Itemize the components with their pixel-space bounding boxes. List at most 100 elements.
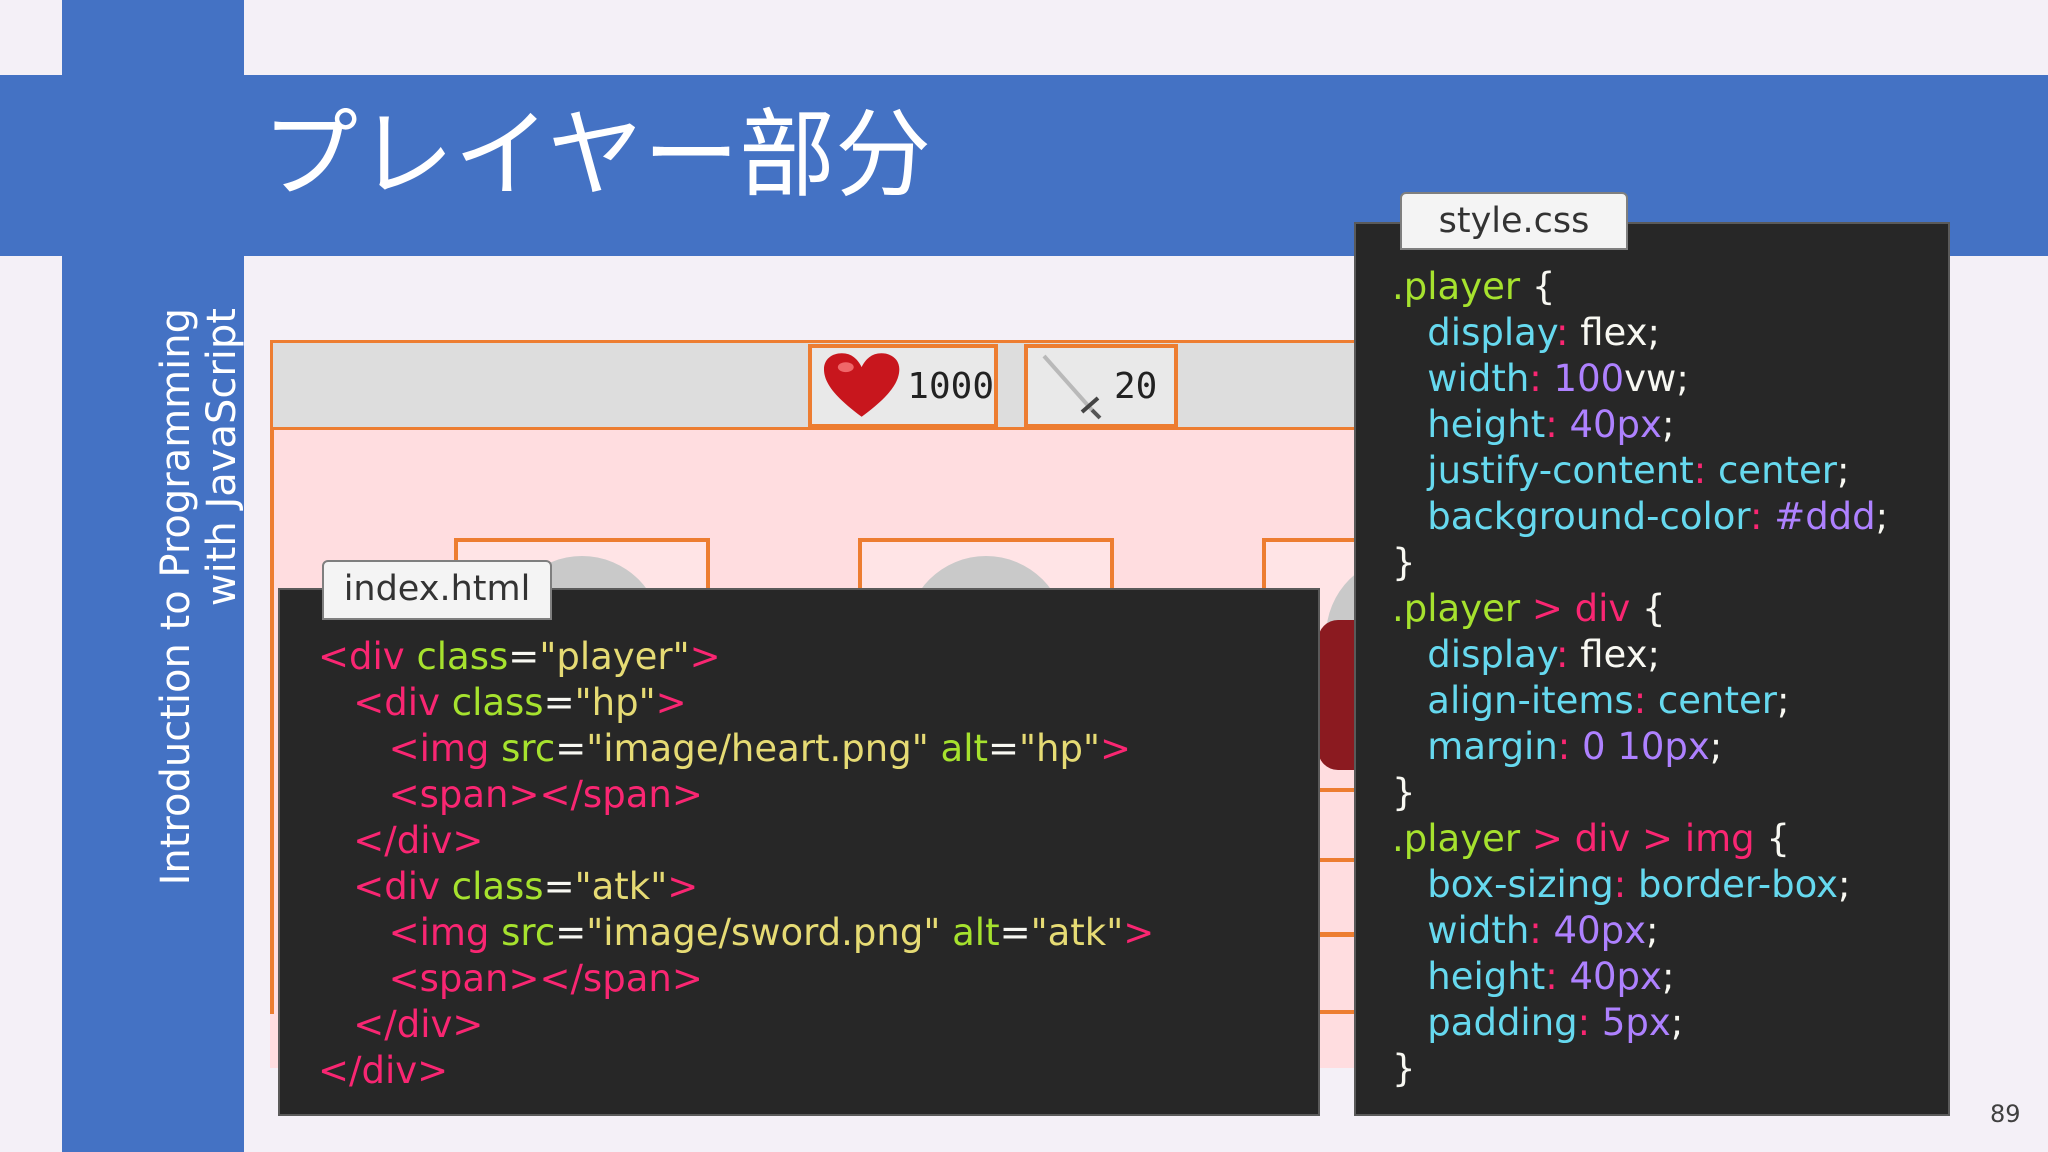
code-token: vw; (1624, 357, 1689, 400)
code-token: center (1717, 449, 1838, 492)
html-code-line: </div> (318, 1002, 1318, 1048)
code-token: > (1099, 727, 1131, 770)
hp-value: 1000 (907, 365, 994, 407)
css-code-line: } (1392, 1046, 1948, 1092)
code-token: : (1555, 311, 1581, 354)
side-course-title: Introduction to Programming with JavaScr… (153, 308, 245, 1018)
html-code-line: <div class="player"> (318, 634, 1318, 680)
css-code-line: .player > div { (1392, 586, 1948, 632)
preview-line-2 (1318, 858, 1358, 862)
code-token: margin (1427, 725, 1558, 768)
code-token: } (1392, 1047, 1416, 1090)
code-token: </div> (318, 1049, 449, 1092)
preview-left-border (270, 428, 274, 1014)
css-code-line: justify-content: center; (1392, 448, 1948, 494)
code-token: justify-content (1427, 449, 1694, 492)
code-token: class (451, 865, 544, 908)
code-token: 40px (1553, 909, 1646, 952)
code-token: div (1574, 587, 1631, 630)
code-token: ; (1837, 449, 1850, 492)
code-token: : (1693, 449, 1718, 492)
atk-stat: 20 (1024, 344, 1178, 428)
code-token: "hp" (574, 681, 656, 724)
code-token: 40px (1569, 955, 1662, 998)
code-token: <span></span> (388, 773, 703, 816)
code-token: ; (1670, 1001, 1684, 1044)
code-token: } (1392, 771, 1416, 814)
css-code-line: height: 40px; (1392, 954, 1948, 1000)
side-line-1: Introduction to Programming (153, 308, 199, 886)
code-token: : (1557, 725, 1583, 768)
code-token: : (1613, 863, 1638, 906)
code-token: { (1630, 587, 1666, 630)
preview-line-1 (1318, 788, 1358, 792)
css-file-tab[interactable]: style.css (1400, 192, 1628, 250)
html-code-line: </div> (318, 818, 1318, 864)
code-token: <div (318, 635, 417, 678)
css-code-line: align-items: center; (1392, 678, 1948, 724)
code-token: } (1392, 541, 1416, 584)
code-token: height (1427, 403, 1546, 446)
code-token: 5px (1601, 1001, 1671, 1044)
code-token: .player (1392, 587, 1521, 630)
code-token: ; (1709, 725, 1723, 768)
css-code-line: margin: 0 10px; (1392, 724, 1948, 770)
atk-value: 20 (1114, 365, 1158, 407)
code-token: "atk" (574, 865, 668, 908)
code-token: "player" (539, 635, 690, 678)
code-token: > (655, 681, 687, 724)
code-token: display (1427, 633, 1556, 676)
code-token: 100 (1553, 357, 1625, 400)
code-token: <div (353, 865, 452, 908)
code-token: ; (1646, 909, 1659, 952)
html-file-tab[interactable]: index.html (322, 560, 552, 620)
html-code-line: <div class="hp"> (318, 680, 1318, 726)
css-code-panel: .player { display: flex; width: 100vw; h… (1354, 222, 1950, 1116)
html-code-line: <img src="image/heart.png" alt="hp"> (318, 726, 1318, 772)
code-token: = (555, 727, 587, 770)
code-token: 40px (1569, 403, 1662, 446)
code-token: .player (1392, 265, 1521, 308)
code-token: padding (1427, 1001, 1578, 1044)
code-token: = (987, 727, 1019, 770)
html-code-line: <span></span> (318, 772, 1318, 818)
side-line-2: with JavaScript (199, 308, 245, 607)
css-code-line: .player { (1392, 264, 1948, 310)
css-code-line: width: 40px; (1392, 908, 1948, 954)
code-token: .player (1392, 817, 1521, 860)
css-code-line: background-color: #ddd; (1392, 494, 1948, 540)
code-token: ; (1837, 863, 1851, 906)
code-token: alt (940, 727, 988, 770)
css-code-line: } (1392, 540, 1948, 586)
code-token: = (543, 681, 575, 724)
code-token: 0 10px (1582, 725, 1710, 768)
code-token: > (689, 635, 721, 678)
code-token: = (999, 911, 1031, 954)
code-token: ; (1661, 955, 1675, 998)
page-title: プレイヤー部分 (262, 99, 932, 211)
html-code-line: </div> (318, 1048, 1318, 1094)
code-token: : (1555, 633, 1581, 676)
hp-stat: 1000 (808, 344, 998, 428)
code-token: "hp" (1019, 727, 1100, 770)
html-code-line: <img src="image/sword.png" alt="atk"> (318, 910, 1318, 956)
code-token: img (1684, 817, 1755, 860)
code-token: "atk" (1030, 911, 1124, 954)
code-token: > (1520, 587, 1575, 630)
code-token: display (1427, 311, 1556, 354)
code-token: border-box (1637, 863, 1838, 906)
code-token: : (1577, 1001, 1602, 1044)
code-token: { (1520, 265, 1556, 308)
